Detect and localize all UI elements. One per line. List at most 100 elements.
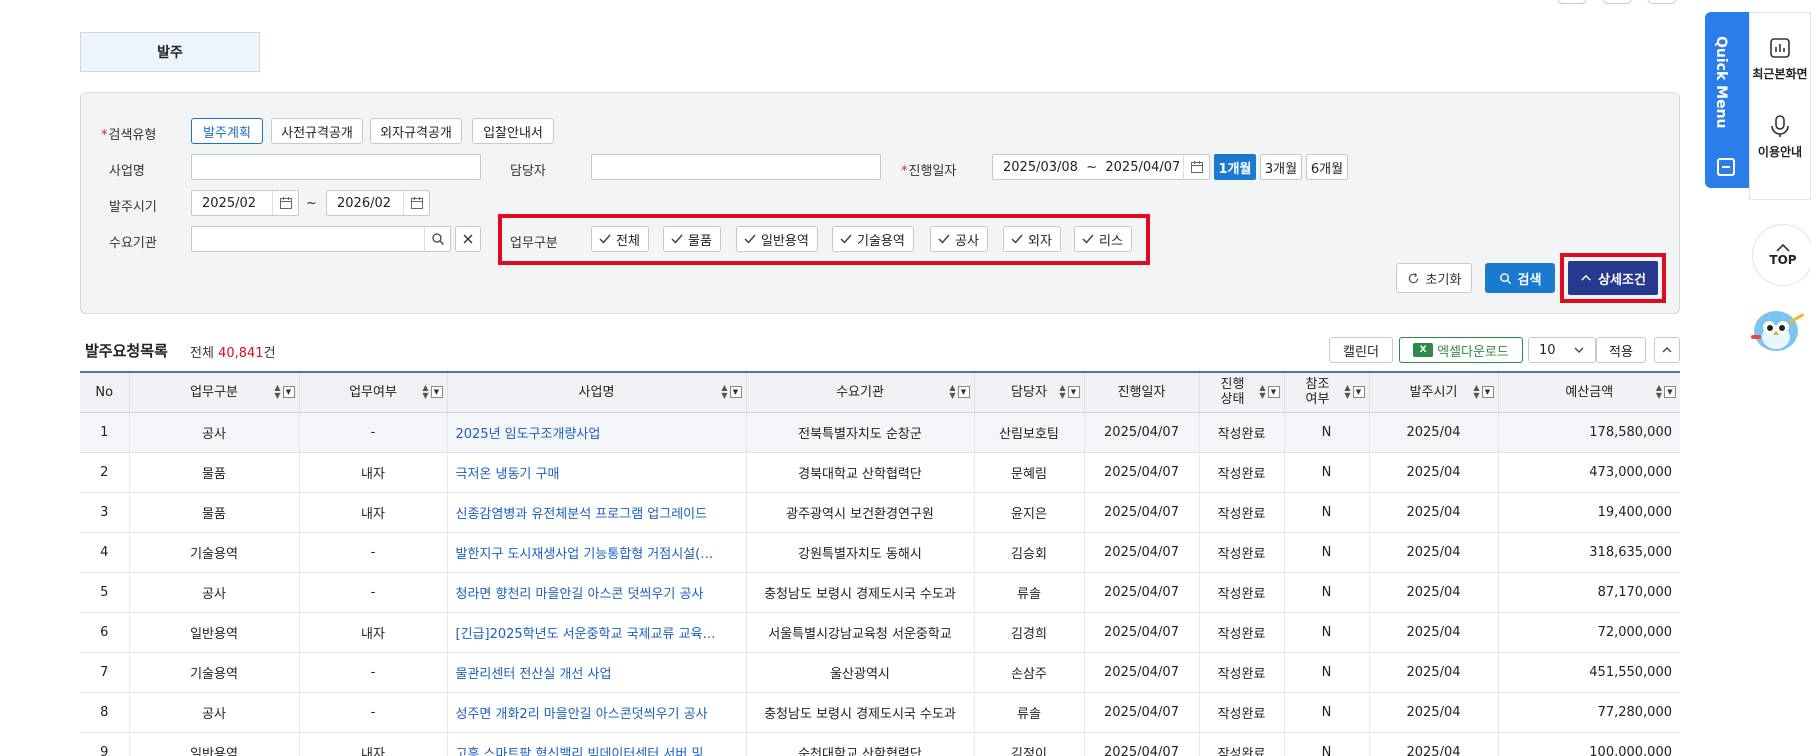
excel-download-button[interactable]: X 엑셀다운로드 [1399, 337, 1523, 363]
type-chip-foreign-spec[interactable]: 외자규격공개 [370, 118, 462, 144]
table-row[interactable]: 5 공사 - 청라면 향천리 마을안길 아스콘 덧씌우기 공사 충청남도 보령시 경제도… [80, 572, 1680, 613]
cell-biz-name[interactable]: [긴급]2025학년도 서운중학교 국제교류 교육… [446, 612, 746, 653]
detail-highlight: 상세조건 [1560, 253, 1666, 303]
col-budget[interactable]: 예산금액 ▲ ▼ ▼ [1497, 371, 1680, 413]
top-stub-button[interactable] [1602, 0, 1632, 4]
cell-reference: N [1283, 612, 1369, 653]
check-icon [1011, 234, 1023, 244]
search-icon[interactable] [424, 227, 450, 251]
cell-budget: 87,170,000 [1497, 572, 1680, 613]
table-row[interactable]: 9 일반용역 내자 고흥 스마트팜 혁신밸리 빅데이터센터 서버 및… 순천대학교 산학… [80, 732, 1680, 756]
type-chip-bid-guide[interactable]: 입찰안내서 [472, 118, 554, 144]
sort-icon: ▲ ▼ [422, 383, 429, 401]
col-biz-name[interactable]: 사업명 ▲ ▼ ▼ [446, 371, 746, 413]
order-from-field[interactable]: 2025/02 [191, 190, 299, 216]
biz-type-general-service-checkbox[interactable]: 일반용역 [736, 226, 818, 252]
chevron-up-icon [1581, 274, 1591, 281]
top-stub-button[interactable] [1647, 0, 1677, 4]
scroll-top-button[interactable]: TOP [1752, 224, 1811, 286]
col-order-period[interactable]: 발주시기 ▲ ▼ ▼ [1368, 371, 1498, 413]
cell-biz-name[interactable]: 2025년 임도구조개량사업 [446, 412, 746, 453]
table-row[interactable]: 4 기술용역 - 발한지구 도시재생사업 기능통합형 거점시설(… 강원특별자치도 동해… [80, 532, 1680, 573]
manager-label: 담당자 [510, 164, 546, 179]
col-manager[interactable]: 담당자 ▲ ▼ ▼ [973, 371, 1084, 413]
cell-progress-status: 작성완료 [1198, 412, 1284, 453]
col-biz-type[interactable]: 업무구분 ▲ ▼ ▼ [128, 371, 299, 413]
biz-type-foreign-checkbox[interactable]: 외자 [1003, 226, 1061, 252]
collapse-button[interactable] [1654, 337, 1680, 363]
recent-view-item[interactable]: 최근본화면 [1750, 35, 1810, 82]
top-stub-button[interactable] [1557, 0, 1587, 4]
biz-type-goods-checkbox[interactable]: 물품 [663, 226, 721, 252]
cell-progress-date: 2025/04/07 [1083, 732, 1199, 756]
col-reference[interactable]: 참조 여부 ▲ ▼ ▼ [1283, 371, 1369, 413]
cell-no: 7 [80, 652, 129, 693]
col-demand-org[interactable]: 수요기관 ▲ ▼ ▼ [745, 371, 974, 413]
table-row[interactable]: 1 공사 -2025년 임도구조개량사업 전북특별자치도 순창군 산림보호팀 2025/0… [80, 412, 1680, 453]
cell-biz-flag: - [298, 692, 447, 733]
demand-org-input[interactable] [191, 226, 451, 252]
cell-biz-name[interactable]: 극저온 냉동기 구매 [446, 452, 746, 493]
cell-demand-org: 순천대학교 산학협력단 [745, 732, 974, 756]
period-1month-button[interactable]: 1개월 [1214, 154, 1256, 180]
cell-order-period: 2025/04 [1368, 692, 1498, 733]
table-row[interactable]: 3 물품 내자 신종감염병과 유전체분석 프로그램 업그레이드 광주광역시 보건환경연구… [80, 492, 1680, 533]
col-no[interactable]: No [80, 371, 129, 413]
cell-biz-name[interactable]: 고흥 스마트팜 혁신밸리 빅데이터센터 서버 및… [446, 732, 746, 756]
page-size-select[interactable]: 10 [1528, 337, 1596, 363]
table-row[interactable]: 2 물품 내자 극저온 냉동기 구매 경북대학교 산학협력단 문혜림 2025/04/07 작… [80, 452, 1680, 493]
period-3month-button[interactable]: 3개월 [1260, 154, 1302, 180]
biz-type-lease-checkbox[interactable]: 리스 [1074, 226, 1132, 252]
reset-button[interactable]: 초기화 [1396, 263, 1472, 293]
progress-date-range[interactable]: 2025/03/08 ~ 2025/04/07 [992, 154, 1210, 180]
table-row[interactable]: 8 공사 - 성주면 개화2리 마을안길 아스콘덧씌우기 공사 충청남도 보령시 경제도… [80, 692, 1680, 733]
demand-org-label: 수요기관 [109, 236, 157, 251]
col-progress-date[interactable]: 진행일자 [1083, 371, 1199, 413]
cell-order-period: 2025/04 [1368, 492, 1498, 533]
cell-biz-name[interactable]: 물관리센터 전산실 개선 사업 [446, 652, 746, 693]
cell-biz-name[interactable]: 신종감염병과 유전체분석 프로그램 업그레이드 [446, 492, 746, 533]
cell-reference: N [1283, 492, 1369, 533]
cell-no: 6 [80, 612, 129, 653]
biz-type-all-checkbox[interactable]: 전체 [591, 226, 649, 252]
cell-biz-flag: 내자 [298, 492, 447, 533]
calendar-icon[interactable] [403, 191, 429, 215]
type-chip-pre-spec[interactable]: 사전규격공개 [271, 118, 363, 144]
calendar-button[interactable]: 캘린더 [1329, 337, 1393, 363]
mascot-icon[interactable] [1745, 297, 1807, 359]
page-tab[interactable]: 발주 [80, 32, 260, 72]
cell-demand-org: 강원특별자치도 동해시 [745, 532, 974, 573]
calendar-icon[interactable] [1183, 155, 1209, 179]
cell-manager: 김승회 [973, 532, 1084, 573]
cell-manager: 산림보호팀 [973, 412, 1084, 453]
table-row[interactable]: 6 일반용역 내자 [긴급]2025학년도 서운중학교 국제교류 교육… 서울특별시강남… [80, 612, 1680, 653]
col-progress-status[interactable]: 진행 상태 ▲ ▼ ▼ [1198, 371, 1284, 413]
period-6month-button[interactable]: 6개월 [1306, 154, 1348, 180]
minimize-icon[interactable] [1717, 158, 1735, 176]
apply-button[interactable]: 적용 [1596, 337, 1646, 363]
progress-date-text: 2025/03/08 ~ 2025/04/07 [1003, 159, 1181, 175]
cell-manager: 김정이 [973, 732, 1084, 756]
cell-order-period: 2025/04 [1368, 532, 1498, 573]
cell-biz-type: 공사 [128, 692, 299, 733]
order-to-field[interactable]: 2026/02 [326, 190, 430, 216]
biz-type-tech-service-checkbox[interactable]: 기술용역 [832, 226, 914, 252]
usage-guide-item[interactable]: 이용안내 [1750, 113, 1810, 160]
cell-biz-name[interactable]: 청라면 향천리 마을안길 아스콘 덧씌우기 공사 [446, 572, 746, 613]
clear-icon[interactable] [455, 226, 481, 252]
type-chip-order-plan[interactable]: 발주계획 [191, 118, 263, 144]
quick-menu-bar[interactable]: Quick Menu [1705, 12, 1749, 188]
search-button[interactable]: 검색 [1485, 263, 1555, 293]
cell-biz-name[interactable]: 발한지구 도시재생사업 기능통합형 거점시설(… [446, 532, 746, 573]
col-biz-flag[interactable]: 업무여부 ▲ ▼ ▼ [298, 371, 447, 413]
table-row[interactable]: 7 기술용역 - 물관리센터 전산실 개선 사업 울산광역시 손삼주 2025/04/07 작… [80, 652, 1680, 693]
biz-type-construction-checkbox[interactable]: 공사 [930, 226, 988, 252]
cell-progress-status: 작성완료 [1198, 532, 1284, 573]
filter-icon: ▼ [1267, 386, 1280, 399]
detail-condition-button[interactable]: 상세조건 [1568, 261, 1658, 295]
cell-biz-name[interactable]: 성주면 개화2리 마을안길 아스콘덧씌우기 공사 [446, 692, 746, 733]
calendar-icon[interactable] [272, 191, 298, 215]
biz-name-input[interactable] [191, 154, 481, 180]
progress-date-label: *진행일자 [901, 164, 957, 179]
manager-input[interactable] [591, 154, 881, 180]
